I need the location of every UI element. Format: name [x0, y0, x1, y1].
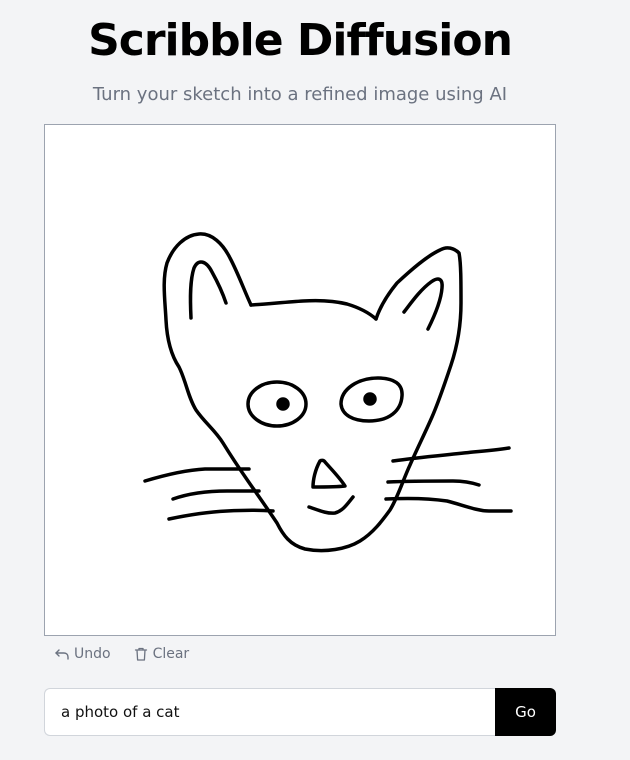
clear-button[interactable]: Clear — [133, 646, 190, 662]
sketch-stroke — [307, 495, 355, 515]
cat-sketch-drawing — [143, 232, 513, 553]
trash-icon — [133, 646, 149, 662]
sketch-stroke — [276, 397, 290, 411]
sketch-stroke — [391, 446, 511, 463]
sketch-stroke — [162, 232, 463, 553]
page-subtitle: Turn your sketch into a refined image us… — [92, 84, 508, 105]
sketch-stroke — [311, 458, 347, 489]
undo-arrow-icon — [54, 646, 70, 662]
sketch-stroke — [402, 277, 444, 331]
clear-label: Clear — [152, 646, 190, 662]
sketch-stroke — [143, 467, 251, 483]
page-title: Scribble Diffusion — [88, 15, 513, 66]
sketch-stroke — [249, 298, 378, 321]
prompt-form: Go — [44, 688, 556, 736]
sketch-stroke — [384, 496, 513, 513]
sketch-stroke — [188, 260, 228, 320]
canvas-toolbar: Undo Clear — [54, 643, 211, 665]
go-button[interactable]: Go — [495, 688, 556, 736]
sketch-canvas[interactable] — [44, 124, 556, 636]
undo-button[interactable]: Undo — [54, 646, 111, 662]
sketch-stroke — [363, 392, 377, 406]
prompt-input[interactable] — [44, 688, 495, 736]
sketch-stroke — [171, 489, 261, 501]
sketch-stroke — [167, 508, 275, 521]
undo-label: Undo — [74, 646, 111, 662]
